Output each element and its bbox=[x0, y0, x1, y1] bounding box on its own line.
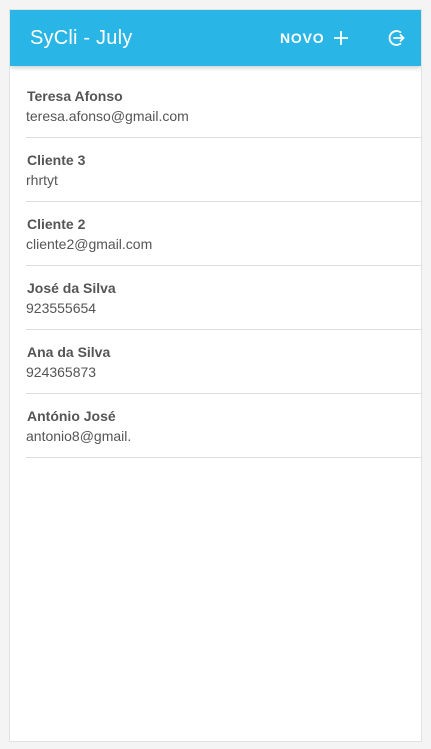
client-detail: antonio8@gmail. bbox=[26, 428, 132, 444]
app-frame: SyCli - July NOVO Teresa Afonso teresa.a… bbox=[10, 10, 421, 741]
client-detail: 923555654 bbox=[26, 300, 97, 316]
client-list-item[interactable]: António José antonio8@gmail. bbox=[26, 394, 421, 458]
logout-icon[interactable] bbox=[386, 28, 406, 48]
client-list: Teresa Afonso teresa.afonso@gmail.com Cl… bbox=[26, 74, 421, 458]
client-list-item[interactable]: Ana da Silva 924365873 bbox=[26, 330, 421, 394]
new-client-button[interactable]: NOVO bbox=[280, 24, 349, 52]
client-name: Cliente 3 bbox=[27, 152, 86, 168]
new-client-label: NOVO bbox=[280, 30, 325, 46]
app-title: SyCli - July bbox=[30, 27, 133, 49]
client-list-item[interactable]: Cliente 3 rhrtyt bbox=[26, 138, 421, 202]
client-name: Ana da Silva bbox=[27, 344, 111, 360]
client-name: Teresa Afonso bbox=[27, 88, 123, 104]
client-detail: teresa.afonso@gmail.com bbox=[26, 108, 189, 124]
client-list-item[interactable]: José da Silva 923555654 bbox=[26, 266, 421, 330]
client-detail: rhrtyt bbox=[26, 172, 58, 188]
client-name: Cliente 2 bbox=[27, 216, 86, 232]
client-detail: 924365873 bbox=[26, 364, 97, 380]
plus-icon bbox=[334, 31, 349, 45]
client-name: António José bbox=[27, 408, 116, 424]
client-detail: cliente2@gmail.com bbox=[26, 236, 153, 252]
client-list-item[interactable]: Teresa Afonso teresa.afonso@gmail.com bbox=[26, 74, 421, 138]
client-name: José da Silva bbox=[27, 280, 116, 296]
client-list-item[interactable]: Cliente 2 cliente2@gmail.com bbox=[26, 202, 421, 266]
app-bar: SyCli - July NOVO bbox=[10, 10, 421, 66]
